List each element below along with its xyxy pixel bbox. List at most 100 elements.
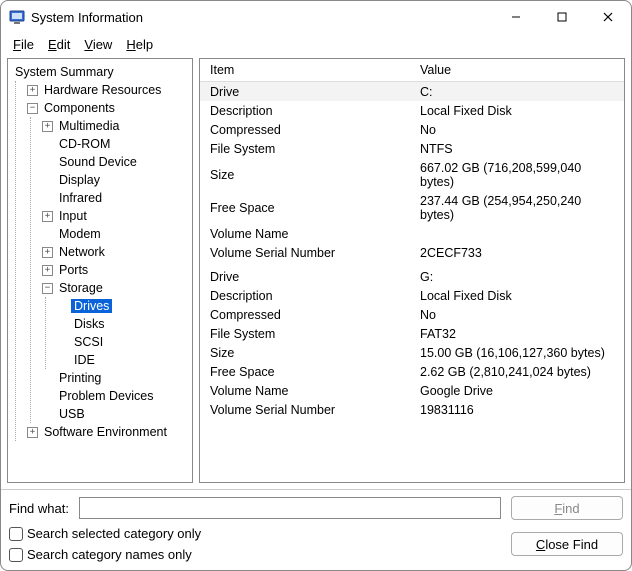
cell-item: Drive [200,82,410,102]
cell-item: File System [200,139,410,158]
find-bar: Find what: Find Search selected category… [1,489,631,570]
chk-selected-only[interactable]: Search selected category only [9,526,501,541]
cell-value: C: [410,82,624,102]
minimize-button[interactable] [493,1,539,33]
cell-item: Free Space [200,362,410,381]
tree-network[interactable]: +Network [40,243,190,261]
tree-drives[interactable]: Drives [55,297,190,315]
table-row[interactable]: CompressedNo [200,305,624,324]
menu-edit[interactable]: Edit [42,35,76,54]
cell-value: No [410,305,624,324]
table-row[interactable]: DriveC: [200,82,624,102]
cell-item: Size [200,158,410,191]
tree-multimedia[interactable]: +Multimedia [40,117,190,135]
tree-scsi[interactable]: SCSI [55,333,190,351]
expand-icon[interactable]: + [42,121,53,132]
cell-item: Volume Name [200,381,410,400]
table-row[interactable]: DescriptionLocal Fixed Disk [200,101,624,120]
cell-item: Volume Serial Number [200,243,410,262]
details-pane[interactable]: Item Value DriveC:DescriptionLocal Fixed… [199,58,625,483]
tree-storage[interactable]: −Storage [40,279,190,297]
cell-item: Compressed [200,305,410,324]
table-row[interactable]: Volume Name [200,224,624,243]
menu-view[interactable]: View [78,35,118,54]
cell-value: G: [410,267,624,286]
table-row[interactable]: File SystemFAT32 [200,324,624,343]
cell-value: NTFS [410,139,624,158]
table-row[interactable]: CompressedNo [200,120,624,139]
table-row[interactable]: File SystemNTFS [200,139,624,158]
table-row[interactable]: Free Space2.62 GB (2,810,241,024 bytes) [200,362,624,381]
table-row[interactable]: Size15.00 GB (16,106,127,360 bytes) [200,343,624,362]
tree-display[interactable]: Display [40,171,190,189]
menu-help[interactable]: Help [120,35,159,54]
cell-value: 667.02 GB (716,208,599,040 bytes) [410,158,624,191]
menubar: File Edit View Help [1,33,631,58]
tree-hardware[interactable]: +Hardware Resources [25,81,190,99]
cell-value: Local Fixed Disk [410,101,624,120]
tree-problem[interactable]: Problem Devices [40,387,190,405]
expand-icon[interactable]: + [27,427,38,438]
col-item[interactable]: Item [200,59,410,82]
collapse-icon[interactable]: − [27,103,38,114]
main-area: System Summary +Hardware Resources −Comp… [1,58,631,489]
table-row[interactable]: DescriptionLocal Fixed Disk [200,286,624,305]
cell-value [410,224,624,243]
cell-item: Compressed [200,120,410,139]
cell-item: Description [200,286,410,305]
tree-printing[interactable]: Printing [40,369,190,387]
close-button[interactable] [585,1,631,33]
find-button[interactable]: Find [511,496,623,520]
table-row[interactable]: Volume NameGoogle Drive [200,381,624,400]
maximize-button[interactable] [539,1,585,33]
cell-item: Volume Name [200,224,410,243]
chk-names-only[interactable]: Search category names only [9,547,501,562]
cell-value: Google Drive [410,381,624,400]
tree-disks[interactable]: Disks [55,315,190,333]
checkbox-icon[interactable] [9,548,23,562]
table-row[interactable]: Volume Serial Number19831116 [200,400,624,419]
cell-item: File System [200,324,410,343]
table-row[interactable]: Free Space237.44 GB (254,954,250,240 byt… [200,191,624,224]
tree-infrared[interactable]: Infrared [40,189,190,207]
tree-software[interactable]: +Software Environment [25,423,190,441]
window-title: System Information [31,10,143,25]
cell-value: FAT32 [410,324,624,343]
expand-icon[interactable]: + [42,265,53,276]
tree-components[interactable]: −Components [25,99,190,117]
tree-input[interactable]: +Input [40,207,190,225]
cell-value: 2CECF733 [410,243,624,262]
cell-value: No [410,120,624,139]
cell-item: Description [200,101,410,120]
table-row[interactable]: Size667.02 GB (716,208,599,040 bytes) [200,158,624,191]
expand-icon[interactable]: + [42,247,53,258]
tree-usb[interactable]: USB [40,405,190,423]
tree-root[interactable]: System Summary [10,63,190,81]
cell-value: 237.44 GB (254,954,250,240 bytes) [410,191,624,224]
tree-ide[interactable]: IDE [55,351,190,369]
tree-ports[interactable]: +Ports [40,261,190,279]
cell-value: 2.62 GB (2,810,241,024 bytes) [410,362,624,381]
find-input[interactable] [79,497,501,519]
cell-item: Drive [200,267,410,286]
checkbox-icon[interactable] [9,527,23,541]
titlebar: System Information [1,1,631,33]
tree-cdrom[interactable]: CD-ROM [40,135,190,153]
tree-modem[interactable]: Modem [40,225,190,243]
collapse-icon[interactable]: − [42,283,53,294]
menu-file[interactable]: File [7,35,40,54]
find-label: Find what: [9,501,69,516]
app-icon [9,9,25,25]
table-row[interactable]: Volume Serial Number2CECF733 [200,243,624,262]
expand-icon[interactable]: + [27,85,38,96]
table-row[interactable]: DriveG: [200,267,624,286]
cell-value: 19831116 [410,400,624,419]
details-table: Item Value DriveC:DescriptionLocal Fixed… [200,59,624,419]
tree-sound[interactable]: Sound Device [40,153,190,171]
cell-item: Size [200,343,410,362]
tree-pane[interactable]: System Summary +Hardware Resources −Comp… [7,58,193,483]
cell-value: Local Fixed Disk [410,286,624,305]
expand-icon[interactable]: + [42,211,53,222]
col-value[interactable]: Value [410,59,624,82]
close-find-button[interactable]: Close Find [511,532,623,556]
